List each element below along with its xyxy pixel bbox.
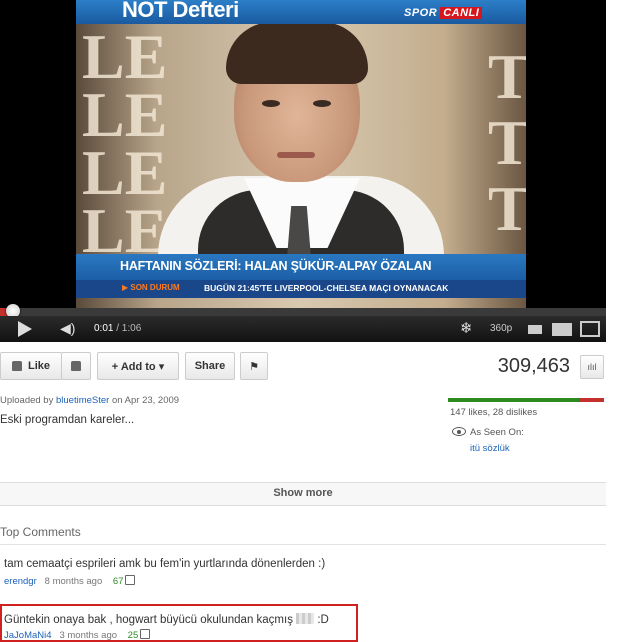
eye-icon	[452, 427, 466, 436]
comment-age: 8 months ago	[44, 576, 103, 587]
likes-count: 147 likes, 28 dislikes	[450, 407, 538, 418]
quality-button[interactable]: 360p	[490, 323, 512, 334]
thumbs-down-icon	[71, 361, 81, 371]
wall-letter: T	[488, 107, 526, 178]
comment-author[interactable]: erendgr	[4, 576, 37, 587]
show-more-button[interactable]: Show more	[0, 487, 606, 499]
dislike-button[interactable]	[61, 352, 91, 380]
annotations-icon[interactable]: ❄	[460, 319, 473, 337]
uploader-link[interactable]: bluetimeSter	[56, 395, 109, 406]
uploader-line: Uploaded by bluetimeSter on Apr 23, 2009	[0, 395, 180, 406]
add-to-button[interactable]: + Add to ▾	[97, 352, 179, 380]
small-player-icon[interactable]	[528, 325, 542, 334]
comment-author[interactable]: JaJoMaNi4	[4, 630, 52, 641]
presenter-eye	[313, 100, 331, 107]
stats-icon[interactable]: ılıl	[580, 355, 604, 379]
player-controls: ◀) 0:01 / 1:06 ❄ 360p	[0, 316, 606, 342]
comment-votes: 25	[127, 630, 139, 641]
view-count: 309,463	[497, 355, 570, 377]
show-more-bar[interactable]: Show more	[0, 482, 606, 506]
video-description: Eski programdan kareler...	[0, 414, 135, 426]
show-title-bar: NOT Defteri SPOR CANLI	[76, 0, 526, 24]
comment-age: 3 months ago	[59, 630, 118, 641]
comments-heading: Top Comments	[0, 525, 81, 539]
censored-word	[296, 613, 315, 624]
caption-text: HAFTANIN SÖZLERİ: HALAN ŞÜKÜR-ALPAY ÖZAL…	[120, 259, 432, 273]
thumbs-up-icon	[11, 361, 22, 371]
presenter-mouth	[277, 152, 315, 158]
volume-icon[interactable]: ◀)	[60, 320, 75, 337]
comment-meta: erendgr 8 months ago 67	[4, 575, 136, 587]
as-seen-on-link[interactable]: itü sözlük	[470, 443, 510, 454]
progress-bar[interactable]	[0, 304, 606, 318]
ticker-text: BUGÜN 21:45'TE LIVERPOOL-CHELSEA MAÇI OY…	[204, 283, 449, 293]
caption-bar: HAFTANIN SÖZLERİ: HALAN ŞÜKÜR-ALPAY ÖZAL…	[76, 254, 526, 280]
video-player[interactable]: LE LE LE LE T T T NOT Defteri SPOR CANLI …	[0, 0, 606, 342]
news-ticker: ▶ SON DURUM BUGÜN 21:45'TE LIVERPOOL-CHE…	[76, 280, 526, 298]
as-seen-on-label: As Seen On:	[470, 427, 524, 438]
play-icon[interactable]	[18, 321, 32, 337]
like-ratio-fill	[448, 398, 580, 402]
comment-text: tam cemaatçi esprileri amk bu fem'in yur…	[4, 558, 326, 570]
time-readout: 0:01 / 1:06	[94, 323, 142, 334]
channel-logo: SPOR CANLI	[404, 7, 483, 19]
thumbs-up-icon[interactable]	[125, 575, 136, 585]
wall-letter: T	[488, 173, 526, 244]
flag-icon: ⚑	[249, 360, 259, 373]
thumbs-up-icon[interactable]	[140, 629, 151, 639]
show-title: NOT Defteri	[122, 0, 239, 22]
comment-votes: 67	[112, 576, 124, 587]
divider	[0, 544, 606, 545]
presenter-eye	[262, 100, 280, 107]
like-ratio-bar	[448, 398, 604, 402]
share-button[interactable]: Share	[185, 352, 235, 380]
wall-letter: T	[488, 41, 526, 112]
flag-button[interactable]: ⚑	[240, 352, 268, 380]
ticker-label: ▶ SON DURUM	[122, 283, 180, 292]
like-button[interactable]: Like	[0, 352, 62, 380]
video-frame[interactable]: LE LE LE LE T T T NOT Defteri SPOR CANLI …	[76, 0, 526, 308]
comment-text: Güntekin onaya bak , hogwart büyücü okul…	[4, 613, 329, 626]
presenter-hair	[226, 22, 368, 84]
comment-meta: JaJoMaNi4 3 months ago 25	[4, 629, 151, 641]
page-margin	[606, 0, 620, 642]
large-player-icon[interactable]	[552, 323, 572, 336]
fullscreen-icon[interactable]	[580, 321, 600, 337]
